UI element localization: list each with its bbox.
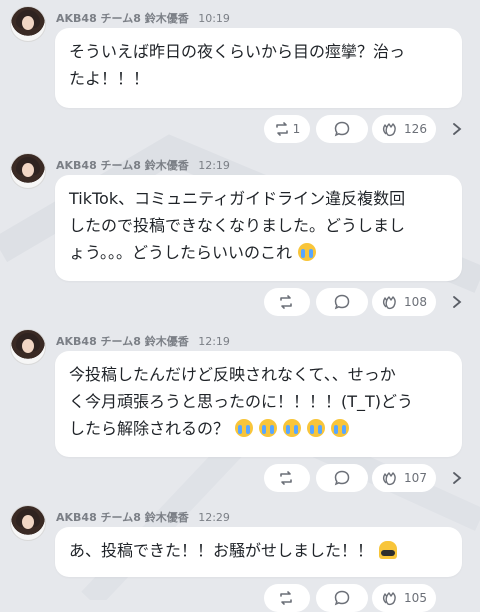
repost-count: 1 (292, 122, 301, 136)
loudly-crying-face-icon (259, 419, 278, 437)
clap-count: 105 (404, 591, 427, 605)
post-meta: AKB48 チーム8 鈴木優香 12:19 (56, 157, 230, 173)
repost-button[interactable]: 1 (264, 115, 310, 143)
post-time: 12:19 (198, 159, 230, 172)
message-bubble[interactable]: あ、投稿できた！！お騒がせしました！！ (55, 527, 462, 577)
speech-bubble-icon (334, 590, 350, 606)
repost-icon (275, 122, 288, 136)
message-bubble[interactable]: そういえば昨日の夜くらいから目の痙攣？治っ たよ！！！ (55, 28, 462, 108)
repost-icon (279, 591, 292, 605)
post-time: 12:29 (198, 511, 230, 524)
speech-bubble-icon (334, 121, 350, 137)
clap-button[interactable]: 105 (372, 584, 436, 612)
message-line: そういえば昨日の夜くらいから目の痙攣？治っ (69, 42, 406, 61)
loudly-crying-face-icon (298, 243, 317, 261)
action-bar: 108 (260, 288, 480, 316)
action-bar: 1 126 (260, 115, 480, 143)
post-meta: AKB48 チーム8 鈴木優香 12:29 (56, 509, 230, 525)
clap-button[interactable]: 108 (372, 288, 436, 316)
loudly-crying-face-icon (283, 419, 302, 437)
clapping-hands-icon (382, 472, 396, 486)
message-line: あ、投稿できた！！お騒がせしました！！ (69, 541, 374, 560)
message-line: TikTok、コミュニティガイドライン違反複数回 (69, 189, 406, 208)
clap-button[interactable]: 126 (372, 115, 436, 143)
clap-count: 107 (404, 471, 427, 485)
message-line: したら解除されるの？ (69, 419, 230, 438)
repost-icon (279, 295, 292, 309)
author-name[interactable]: AKB48 チーム8 鈴木優香 (56, 511, 189, 524)
reply-button[interactable] (316, 584, 368, 612)
author-name[interactable]: AKB48 チーム8 鈴木優香 (56, 12, 189, 25)
speech-bubble-icon (334, 470, 350, 486)
clapping-hands-icon (382, 123, 396, 137)
message-line: たよ！！！ (69, 69, 150, 88)
clap-count: 126 (404, 122, 427, 136)
action-bar: 105 (260, 584, 480, 612)
author-name[interactable]: AKB48 チーム8 鈴木優香 (56, 335, 189, 348)
message-line: く今月頑張ろうと思ったのに！！！！(T_T)どう (69, 392, 414, 411)
author-name[interactable]: AKB48 チーム8 鈴木優香 (56, 159, 189, 172)
clap-count: 108 (404, 295, 427, 309)
avatar[interactable] (10, 505, 46, 541)
repost-button[interactable] (264, 464, 310, 492)
repost-icon (279, 471, 292, 485)
bowing-person-icon (379, 541, 398, 559)
reply-button[interactable] (316, 288, 368, 316)
avatar[interactable] (10, 153, 46, 189)
post-time: 12:19 (198, 335, 230, 348)
clapping-hands-icon (382, 296, 396, 310)
reply-button[interactable] (316, 464, 368, 492)
chevron-right-icon[interactable] (450, 470, 464, 486)
repost-button[interactable] (264, 584, 310, 612)
post-meta: AKB48 チーム8 鈴木優香 10:19 (56, 10, 230, 26)
message-line: したので投稿できなくなりました。どうしまし (69, 216, 406, 235)
post-time: 10:19 (198, 12, 230, 25)
clapping-hands-icon (382, 592, 396, 606)
chevron-right-icon[interactable] (450, 294, 464, 310)
message-line: ょう。。。どうしたらいいのこれ (69, 243, 293, 262)
avatar[interactable] (10, 329, 46, 365)
post-meta: AKB48 チーム8 鈴木優香 12:19 (56, 333, 230, 349)
loudly-crying-face-icon (235, 419, 254, 437)
action-bar: 107 (260, 464, 480, 492)
repost-button[interactable] (264, 288, 310, 316)
avatar[interactable] (10, 6, 46, 42)
chevron-right-icon[interactable] (450, 121, 464, 137)
clap-button[interactable]: 107 (372, 464, 436, 492)
loudly-crying-face-icon (331, 419, 350, 437)
message-line: 今投稿したんだけど反映されなくて、、せっか (69, 365, 396, 384)
reply-button[interactable] (316, 115, 368, 143)
loudly-crying-face-icon (307, 419, 326, 437)
message-bubble[interactable]: 今投稿したんだけど反映されなくて、、せっか く今月頑張ろうと思ったのに！！！！(… (55, 351, 462, 457)
message-bubble[interactable]: TikTok、コミュニティガイドライン違反複数回 したので投稿できなくなりました… (55, 175, 462, 281)
speech-bubble-icon (334, 294, 350, 310)
